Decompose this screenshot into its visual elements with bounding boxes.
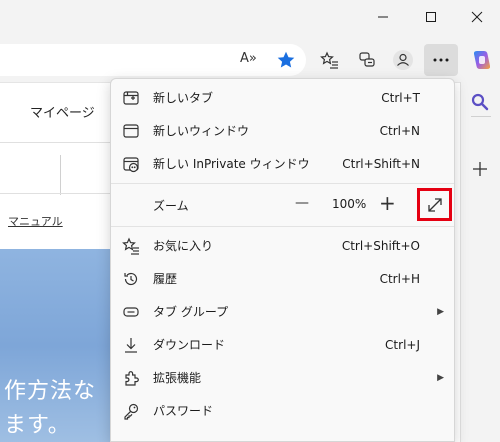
menu-item-favorites[interactable]: お気に入り Ctrl+Shift+O xyxy=(111,229,454,262)
edge-sidebar xyxy=(460,82,500,442)
submenu-arrow-icon: ▶ xyxy=(437,306,444,317)
history-icon xyxy=(121,269,141,289)
menu-separator xyxy=(111,183,454,184)
divider xyxy=(60,155,61,195)
settings-menu: 新しいタブ Ctrl+T 新しいウィンドウ Ctrl+N 新しい InPriva… xyxy=(110,78,455,442)
menu-item-shortcut: Ctrl+Shift+N xyxy=(342,156,420,171)
read-aloud-icon[interactable]: A» xyxy=(240,51,257,66)
more-button[interactable] xyxy=(424,44,458,76)
menu-item-shortcut: Ctrl+N xyxy=(379,123,420,138)
menu-item-new-window[interactable]: 新しいウィンドウ Ctrl+N xyxy=(111,114,454,147)
add-icon xyxy=(473,162,487,176)
menu-item-downloads[interactable]: ダウンロード Ctrl+J xyxy=(111,328,454,361)
extensions-icon xyxy=(121,368,141,388)
menu-item-label: タブ グループ xyxy=(153,305,229,319)
menu-item-label: お気に入り xyxy=(153,239,214,253)
collections-icon xyxy=(359,52,375,67)
fullscreen-button[interactable] xyxy=(417,188,452,221)
title-bar xyxy=(0,0,500,38)
favorites-icon xyxy=(121,236,141,256)
manual-link[interactable]: マニュアル xyxy=(8,213,63,229)
favorites-list-icon xyxy=(320,51,338,69)
menu-item-zoom: ズーム — 100% + xyxy=(111,187,454,223)
sidebar-divider xyxy=(471,116,491,117)
new-tab-icon xyxy=(121,88,141,108)
mypage-link[interactable]: マイページ xyxy=(30,102,95,121)
tab-groups-icon xyxy=(121,302,141,322)
menu-item-label: 新しいタブ xyxy=(153,91,214,105)
hero-text-line2: ます。 xyxy=(4,413,71,438)
password-key-icon xyxy=(121,401,141,421)
menu-item-tab-groups[interactable]: タブ グループ ▶ xyxy=(111,295,454,328)
submenu-arrow-icon: ▶ xyxy=(437,372,444,383)
menu-item-shortcut: Ctrl+T xyxy=(381,90,420,105)
search-icon xyxy=(471,93,489,111)
fullscreen-icon xyxy=(427,197,442,212)
hero-text-line1: 作方法な xyxy=(4,379,97,404)
zoom-level: 100% xyxy=(332,197,367,211)
more-icon xyxy=(433,58,449,62)
menu-item-label: 拡張機能 xyxy=(153,371,202,385)
copilot-button[interactable] xyxy=(468,46,496,74)
menu-item-new-tab[interactable]: 新しいタブ Ctrl+T xyxy=(111,81,454,114)
menu-item-label: 新しいウィンドウ xyxy=(153,124,250,138)
new-window-icon xyxy=(121,121,141,141)
maximize-button[interactable] xyxy=(408,0,454,34)
menu-item-history[interactable]: 履歴 Ctrl+H xyxy=(111,262,454,295)
menu-item-shortcut: Ctrl+H xyxy=(379,271,420,286)
close-button[interactable] xyxy=(454,0,500,34)
zoom-in-button[interactable]: + xyxy=(379,191,396,215)
menu-item-label: ダウンロード xyxy=(153,338,226,352)
menu-item-label: パスワード xyxy=(153,404,214,418)
favorite-star-button[interactable] xyxy=(276,50,296,74)
favorite-star-icon xyxy=(277,51,295,68)
menu-item-label: 履歴 xyxy=(153,272,178,286)
favorites-list-button[interactable] xyxy=(316,46,344,74)
zoom-label: ズーム xyxy=(153,198,189,213)
sidebar-add-button[interactable] xyxy=(471,160,489,182)
address-bar[interactable]: A» xyxy=(0,44,306,76)
menu-item-shortcut: Ctrl+Shift+O xyxy=(341,238,420,253)
maximize-icon xyxy=(426,12,436,22)
profile-icon xyxy=(393,50,413,70)
sidebar-search-button[interactable] xyxy=(470,92,490,116)
copilot-icon xyxy=(473,51,491,69)
inprivate-window-icon xyxy=(121,154,141,174)
download-icon xyxy=(121,335,141,355)
divider xyxy=(0,193,110,194)
profile-button[interactable] xyxy=(389,46,417,74)
menu-separator xyxy=(111,226,454,227)
menu-item-new-inprivate-window[interactable]: 新しい InPrivate ウィンドウ Ctrl+Shift+N xyxy=(111,147,454,180)
minimize-button[interactable] xyxy=(360,0,406,34)
menu-item-passwords[interactable]: パスワード xyxy=(111,394,454,427)
menu-item-label: 新しい InPrivate ウィンドウ xyxy=(153,157,310,171)
close-icon xyxy=(471,11,483,23)
collections-button[interactable] xyxy=(353,46,381,74)
minimize-icon xyxy=(378,16,388,18)
menu-item-extensions[interactable]: 拡張機能 ▶ xyxy=(111,361,454,394)
zoom-out-button[interactable]: — xyxy=(295,195,309,211)
menu-item-shortcut: Ctrl+J xyxy=(385,337,420,352)
